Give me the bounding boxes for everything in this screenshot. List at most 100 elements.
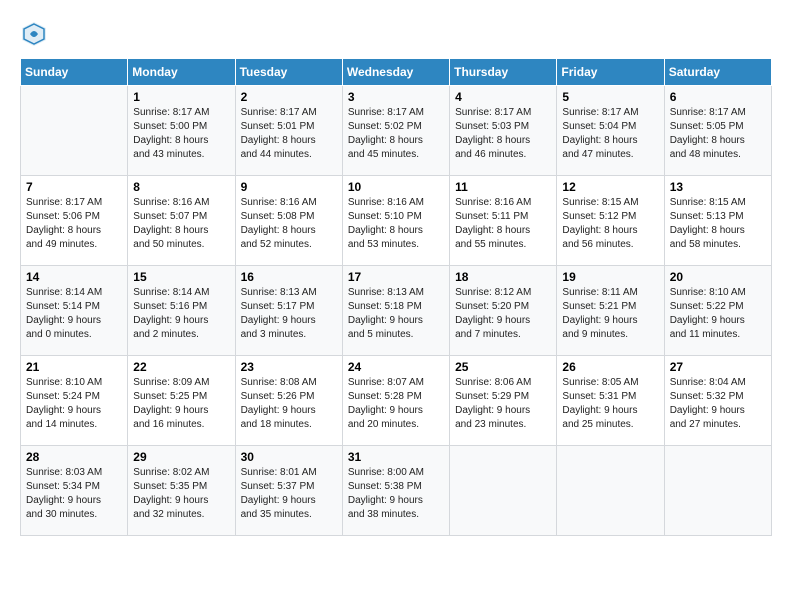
calendar-cell	[21, 86, 128, 176]
day-number: 1	[133, 90, 229, 104]
day-number: 8	[133, 180, 229, 194]
day-number: 27	[670, 360, 766, 374]
day-number: 25	[455, 360, 551, 374]
day-info: Sunrise: 8:09 AM Sunset: 5:25 PM Dayligh…	[133, 376, 229, 432]
day-info: Sunrise: 8:14 AM Sunset: 5:14 PM Dayligh…	[26, 286, 122, 342]
calendar-cell: 28 Sunrise: 8:03 AM Sunset: 5:34 PM Dayli…	[21, 446, 128, 536]
calendar-cell: 29Sunrise: 8:02 AM Sunset: 5:35 PM Dayli…	[128, 446, 235, 536]
day-info: Sunrise: 8:17 AM Sunset: 5:00 PM Dayligh…	[133, 106, 229, 162]
day-info: Sunrise: 8:11 AM Sunset: 5:21 PM Dayligh…	[562, 286, 658, 342]
calendar-cell: 20 Sunrise: 8:10 AM Sunset: 5:22 PM Dayli…	[664, 266, 771, 356]
day-info: Sunrise: 8:17 AM Sunset: 5:02 PM Dayligh…	[348, 106, 444, 162]
week-row-2: 7 Sunrise: 8:17 AM Sunset: 5:06 PM Daylig…	[21, 176, 772, 266]
day-header-sunday: Sunday	[21, 59, 128, 86]
day-number: 3	[348, 90, 444, 104]
calendar-cell	[450, 446, 557, 536]
day-info: Sunrise: 8:10 AM Sunset: 5:24 PM Dayligh…	[26, 376, 122, 432]
day-info: Sunrise: 8:13 AM Sunset: 5:18 PM Dayligh…	[348, 286, 444, 342]
day-info: Sunrise: 8:14 AM Sunset: 5:16 PM Dayligh…	[133, 286, 229, 342]
day-number: 9	[241, 180, 337, 194]
day-info: Sunrise: 8:16 AM Sunset: 5:07 PM Dayligh…	[133, 196, 229, 252]
calendar-cell: 1 Sunrise: 8:17 AM Sunset: 5:00 PM Daylig…	[128, 86, 235, 176]
day-info: Sunrise: 8:10 AM Sunset: 5:22 PM Dayligh…	[670, 286, 766, 342]
day-header-saturday: Saturday	[664, 59, 771, 86]
day-info: Sunrise: 8:17 AM Sunset: 5:04 PM Dayligh…	[562, 106, 658, 162]
day-number: 18	[455, 270, 551, 284]
day-info: Sunrise: 8:17 AM Sunset: 5:05 PM Dayligh…	[670, 106, 766, 162]
day-number: 16	[241, 270, 337, 284]
day-number: 30	[241, 450, 337, 464]
day-number: 10	[348, 180, 444, 194]
calendar-cell: 6 Sunrise: 8:17 AM Sunset: 5:05 PM Daylig…	[664, 86, 771, 176]
calendar-cell: 14Sunrise: 8:14 AM Sunset: 5:14 PM Dayli…	[21, 266, 128, 356]
week-row-5: 28 Sunrise: 8:03 AM Sunset: 5:34 PM Dayli…	[21, 446, 772, 536]
calendar-cell: 2Sunrise: 8:17 AM Sunset: 5:01 PM Daylig…	[235, 86, 342, 176]
calendar-cell: 3 Sunrise: 8:17 AM Sunset: 5:02 PM Daylig…	[342, 86, 449, 176]
day-number: 31	[348, 450, 444, 464]
calendar-cell	[557, 446, 664, 536]
day-number: 15	[133, 270, 229, 284]
day-header-thursday: Thursday	[450, 59, 557, 86]
week-row-3: 14Sunrise: 8:14 AM Sunset: 5:14 PM Dayli…	[21, 266, 772, 356]
calendar-cell: 4 Sunrise: 8:17 AM Sunset: 5:03 PM Daylig…	[450, 86, 557, 176]
calendar-cell	[664, 446, 771, 536]
day-number: 13	[670, 180, 766, 194]
day-info: Sunrise: 8:06 AM Sunset: 5:29 PM Dayligh…	[455, 376, 551, 432]
day-header-wednesday: Wednesday	[342, 59, 449, 86]
day-number: 29	[133, 450, 229, 464]
day-number: 7	[26, 180, 122, 194]
day-number: 19	[562, 270, 658, 284]
day-info: Sunrise: 8:16 AM Sunset: 5:11 PM Dayligh…	[455, 196, 551, 252]
day-number: 26	[562, 360, 658, 374]
day-info: Sunrise: 8:16 AM Sunset: 5:08 PM Dayligh…	[241, 196, 337, 252]
calendar-cell: 25 Sunrise: 8:06 AM Sunset: 5:29 PM Dayli…	[450, 356, 557, 446]
day-info: Sunrise: 8:13 AM Sunset: 5:17 PM Dayligh…	[241, 286, 337, 342]
day-info: Sunrise: 8:08 AM Sunset: 5:26 PM Dayligh…	[241, 376, 337, 432]
week-row-1: 1 Sunrise: 8:17 AM Sunset: 5:00 PM Daylig…	[21, 86, 772, 176]
logo	[20, 20, 52, 48]
calendar-cell: 18 Sunrise: 8:12 AM Sunset: 5:20 PM Dayli…	[450, 266, 557, 356]
day-info: Sunrise: 8:17 AM Sunset: 5:06 PM Dayligh…	[26, 196, 122, 252]
day-number: 11	[455, 180, 551, 194]
day-header-friday: Friday	[557, 59, 664, 86]
day-number: 4	[455, 90, 551, 104]
day-number: 24	[348, 360, 444, 374]
day-info: Sunrise: 8:12 AM Sunset: 5:20 PM Dayligh…	[455, 286, 551, 342]
calendar-cell: 17 Sunrise: 8:13 AM Sunset: 5:18 PM Dayli…	[342, 266, 449, 356]
day-info: Sunrise: 8:17 AM Sunset: 5:03 PM Dayligh…	[455, 106, 551, 162]
calendar-cell: 5 Sunrise: 8:17 AM Sunset: 5:04 PM Daylig…	[557, 86, 664, 176]
day-number: 20	[670, 270, 766, 284]
day-number: 6	[670, 90, 766, 104]
day-info: Sunrise: 8:07 AM Sunset: 5:28 PM Dayligh…	[348, 376, 444, 432]
calendar-cell: 27 Sunrise: 8:04 AM Sunset: 5:32 PM Dayli…	[664, 356, 771, 446]
calendar-cell: 9 Sunrise: 8:16 AM Sunset: 5:08 PM Daylig…	[235, 176, 342, 266]
logo-icon	[20, 20, 48, 48]
calendar-cell: 13Sunrise: 8:15 AM Sunset: 5:13 PM Dayli…	[664, 176, 771, 266]
day-number: 22	[133, 360, 229, 374]
day-number: 17	[348, 270, 444, 284]
calendar-cell: 30 Sunrise: 8:01 AM Sunset: 5:37 PM Dayli…	[235, 446, 342, 536]
calendar-cell: 11 Sunrise: 8:16 AM Sunset: 5:11 PM Dayli…	[450, 176, 557, 266]
calendar-cell: 8 Sunrise: 8:16 AM Sunset: 5:07 PM Daylig…	[128, 176, 235, 266]
calendar-table: SundayMondayTuesdayWednesdayThursdayFrid…	[20, 58, 772, 536]
calendar-header-row: SundayMondayTuesdayWednesdayThursdayFrid…	[21, 59, 772, 86]
day-info: Sunrise: 8:15 AM Sunset: 5:12 PM Dayligh…	[562, 196, 658, 252]
day-number: 23	[241, 360, 337, 374]
calendar-cell: 15 Sunrise: 8:14 AM Sunset: 5:16 PM Dayli…	[128, 266, 235, 356]
day-header-tuesday: Tuesday	[235, 59, 342, 86]
day-info: Sunrise: 8:17 AM Sunset: 5:01 PM Dayligh…	[241, 106, 337, 162]
calendar-cell: 10 Sunrise: 8:16 AM Sunset: 5:10 PM Dayli…	[342, 176, 449, 266]
calendar-cell: 24 Sunrise: 8:07 AM Sunset: 5:28 PM Dayli…	[342, 356, 449, 446]
day-info: Sunrise: 8:03 AM Sunset: 5:34 PM Dayligh…	[26, 466, 122, 522]
day-info: Sunrise: 8:05 AM Sunset: 5:31 PM Dayligh…	[562, 376, 658, 432]
day-number: 28	[26, 450, 122, 464]
calendar-cell: 12 Sunrise: 8:15 AM Sunset: 5:12 PM Dayli…	[557, 176, 664, 266]
day-info: Sunrise: 8:04 AM Sunset: 5:32 PM Dayligh…	[670, 376, 766, 432]
day-number: 5	[562, 90, 658, 104]
day-info: Sunrise: 8:01 AM Sunset: 5:37 PM Dayligh…	[241, 466, 337, 522]
day-header-monday: Monday	[128, 59, 235, 86]
day-info: Sunrise: 8:00 AM Sunset: 5:38 PM Dayligh…	[348, 466, 444, 522]
calendar-cell: 16 Sunrise: 8:13 AM Sunset: 5:17 PM Dayli…	[235, 266, 342, 356]
day-info: Sunrise: 8:16 AM Sunset: 5:10 PM Dayligh…	[348, 196, 444, 252]
day-number: 12	[562, 180, 658, 194]
